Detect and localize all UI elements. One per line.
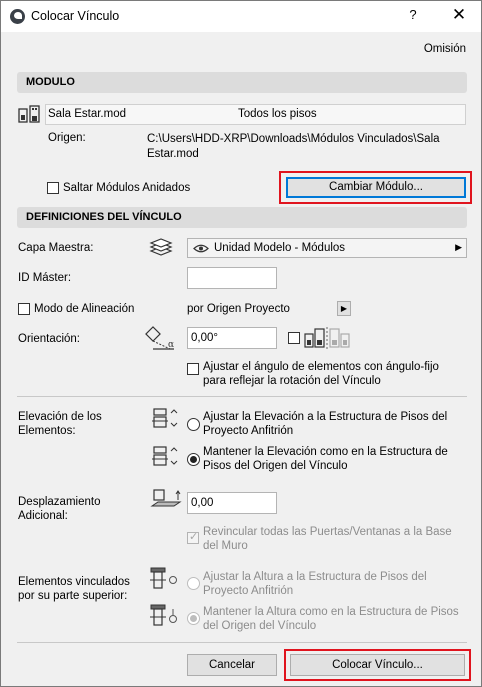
offset-icon: [150, 489, 182, 507]
help-button[interactable]: ?: [400, 7, 426, 27]
module-file-icon: [18, 105, 40, 123]
cancel-button[interactable]: Cancelar: [187, 654, 277, 676]
module-file-name: Sala Estar.mod: [48, 108, 126, 120]
module-floors: Todos los pisos: [238, 108, 317, 120]
skip-nested-checkbox[interactable]: [47, 182, 59, 194]
adjust-angle-label: Ajustar el ángulo de elementos con ángul…: [203, 361, 439, 387]
orientation-input[interactable]: 0,00°: [187, 327, 277, 349]
alignment-mode-checkbox[interactable]: [18, 303, 30, 315]
master-layer-value: Unidad Modelo - Módulos: [214, 242, 346, 254]
top-adjust-label: Ajustar la Altura a la Estructura de Pis…: [203, 571, 427, 597]
adjust-angle-checkbox[interactable]: [187, 363, 199, 375]
top-keep-label: Mantener la Altura como en la Estructura…: [203, 606, 459, 632]
mirror-checkbox[interactable]: [288, 332, 300, 344]
link-settings-section-header[interactable]: DEFINICIONES DEL VÍNCULO: [17, 207, 467, 228]
mirror-icon: [304, 327, 350, 349]
additional-offset-label: Desplazamiento Adicional:: [18, 496, 101, 522]
top-linked-label: Elementos vinculados por su parte superi…: [18, 576, 130, 602]
svg-text:α: α: [168, 340, 174, 350]
orientation-label: Orientación:: [18, 333, 81, 345]
title-bar: Colocar Vínculo ? ✕: [1, 1, 481, 32]
alignment-mode-label: Modo de Alineación: [34, 303, 135, 315]
top-keep-radio[interactable]: [187, 612, 200, 625]
relink-doors-label: Revincular todas las Puertas/Ventanas a …: [203, 526, 452, 552]
master-id-input[interactable]: [187, 267, 277, 289]
chevron-right-icon: ▶: [455, 242, 462, 252]
master-layer-select[interactable]: Unidad Modelo - Módulos ▶: [187, 238, 467, 258]
elevation-keep-radio[interactable]: [187, 453, 200, 466]
window-title: Colocar Vínculo: [31, 9, 120, 23]
top-adjust-radio[interactable]: [187, 577, 200, 590]
place-link-button[interactable]: Colocar Vínculo...: [290, 654, 465, 676]
module-info-field: Sala Estar.mod Todos los pisos: [45, 104, 466, 125]
alignment-mode-value: por Origen Proyecto: [187, 303, 290, 315]
elevation-keep-label: Mantener la Elevación como en la Estruct…: [203, 446, 448, 472]
modulo-section-header[interactable]: MODULO: [17, 72, 467, 93]
archicad-app-icon: [10, 9, 25, 24]
eye-icon: [193, 244, 209, 253]
top-adjust-icon: [150, 567, 177, 589]
elevation-keep-icon: [152, 446, 178, 466]
top-keep-icon: [150, 604, 177, 626]
elevation-adjust-icon: [152, 408, 178, 428]
separator: [17, 396, 467, 397]
elevation-adjust-radio[interactable]: [187, 418, 200, 431]
offset-value: 0,00: [191, 497, 214, 509]
elevation-adjust-label: Ajustar la Elevación a la Estructura de …: [203, 411, 448, 437]
relink-doors-checkbox[interactable]: [187, 530, 199, 544]
origin-label: Origen:: [48, 132, 86, 144]
elevation-label: Elevación de los Elementos:: [18, 411, 102, 437]
separator: [17, 642, 467, 643]
rotation-angle-icon: α: [145, 326, 174, 350]
layer-icon: [149, 238, 173, 256]
master-id-label: ID Máster:: [18, 272, 72, 284]
skip-nested-label: Saltar Módulos Anidados: [63, 182, 191, 194]
place-link-dialog: Colocar Vínculo ? ✕ Omisión MODULO Sala …: [0, 0, 482, 687]
alignment-mode-arrow-button[interactable]: ▶: [337, 301, 351, 316]
orientation-value: 0,00°: [191, 332, 218, 344]
preset-label[interactable]: Omisión: [424, 43, 466, 55]
origin-path: C:\Users\HDD-XRP\Downloads\Módulos Vincu…: [147, 133, 440, 160]
change-module-button[interactable]: Cambiar Módulo...: [286, 177, 466, 198]
offset-input[interactable]: 0,00: [187, 492, 277, 514]
master-layer-label: Capa Maestra:: [18, 242, 94, 254]
close-icon[interactable]: ✕: [446, 5, 472, 27]
